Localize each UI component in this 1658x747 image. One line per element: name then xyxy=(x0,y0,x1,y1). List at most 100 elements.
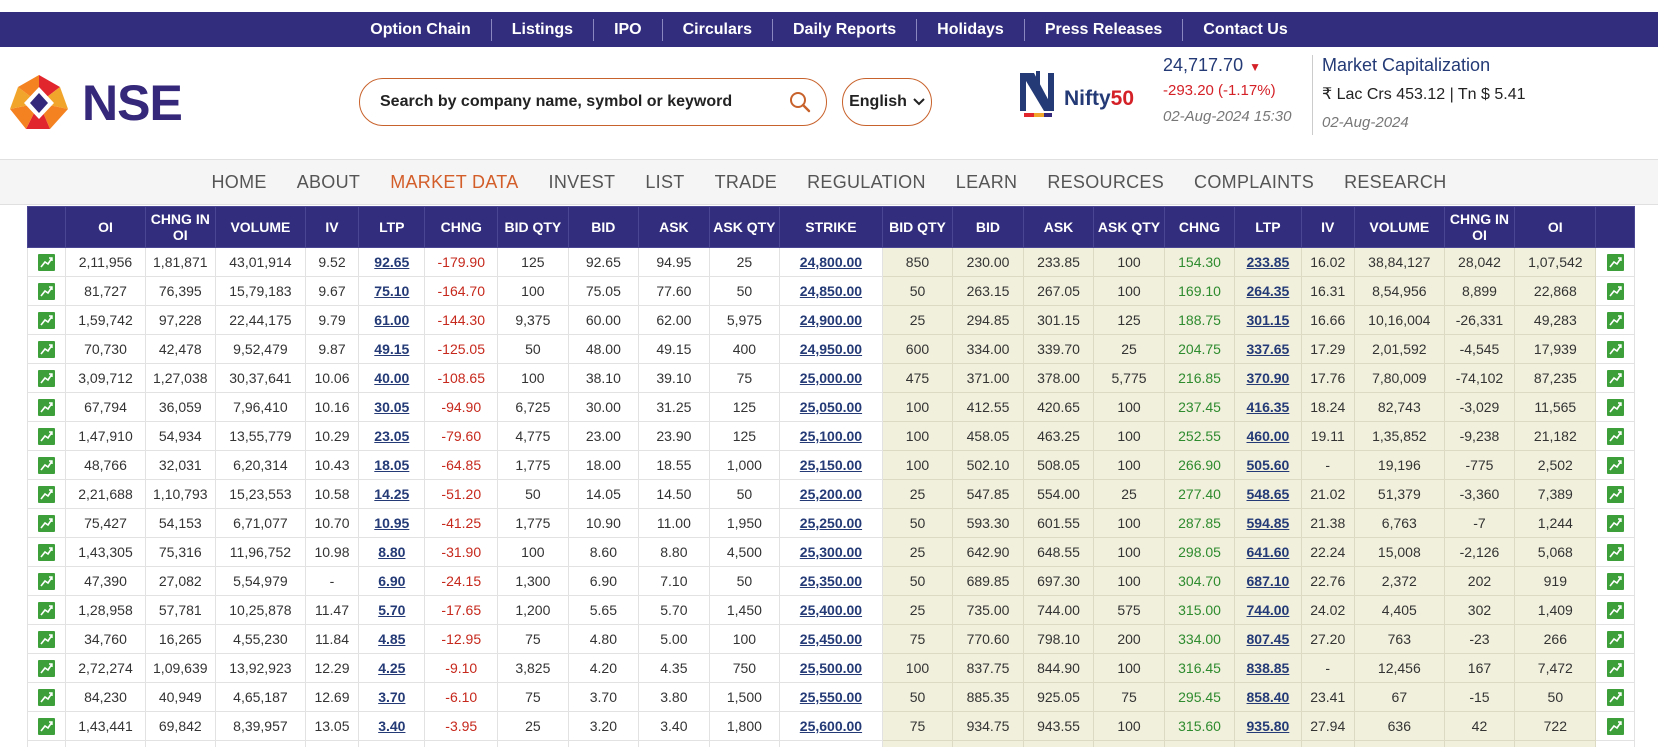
ltp-link[interactable]: 264.35 xyxy=(1247,283,1290,299)
ltp-link[interactable]: 838.85 xyxy=(1247,660,1290,676)
strike-link[interactable]: 25,300.00 xyxy=(800,544,862,560)
ltp-link[interactable]: 8.80 xyxy=(378,544,405,560)
ltp-link[interactable]: 4.85 xyxy=(378,631,405,647)
strike-link[interactable]: 25,400.00 xyxy=(800,602,862,618)
chart-icon[interactable] xyxy=(1606,369,1624,387)
chart-cell[interactable] xyxy=(1595,711,1635,741)
ltp-link[interactable]: 92.65 xyxy=(374,254,409,270)
chart-icon[interactable] xyxy=(1606,717,1624,735)
chart-cell[interactable] xyxy=(1595,537,1635,567)
top-link-daily-reports[interactable]: Daily Reports xyxy=(773,18,918,41)
chart-cell[interactable] xyxy=(27,566,67,596)
strike-link[interactable]: 25,600.00 xyxy=(800,718,862,734)
chart-cell[interactable] xyxy=(27,247,67,277)
ltp-link[interactable]: 61.00 xyxy=(374,312,409,328)
ltp-link[interactable]: 505.60 xyxy=(1247,457,1290,473)
nse-logo[interactable]: NSE xyxy=(6,73,186,133)
chart-cell[interactable] xyxy=(27,363,67,393)
chart-cell[interactable] xyxy=(27,421,67,451)
strike-link[interactable]: 25,500.00 xyxy=(800,660,862,676)
nav-item-list[interactable]: LIST xyxy=(630,172,699,193)
ltp-link[interactable]: 30.05 xyxy=(374,399,409,415)
chart-icon[interactable] xyxy=(38,688,56,706)
ltp-link[interactable]: 687.10 xyxy=(1247,573,1290,589)
strike-link[interactable]: 24,850.00 xyxy=(800,283,862,299)
chart-icon[interactable] xyxy=(38,485,56,503)
chart-cell[interactable] xyxy=(27,392,67,422)
strike-link[interactable]: 24,800.00 xyxy=(800,254,862,270)
chart-icon[interactable] xyxy=(38,543,56,561)
ltp-link[interactable]: 233.85 xyxy=(1247,254,1290,270)
ltp-link[interactable]: 18.05 xyxy=(374,457,409,473)
chart-cell[interactable] xyxy=(1595,305,1635,335)
nav-item-regulation[interactable]: REGULATION xyxy=(792,172,941,193)
chart-cell[interactable] xyxy=(27,508,67,538)
chart-icon[interactable] xyxy=(1606,311,1624,329)
nav-item-learn[interactable]: LEARN xyxy=(941,172,1033,193)
ltp-link[interactable]: 370.90 xyxy=(1247,370,1290,386)
nifty50-logo[interactable]: Nifty50 xyxy=(1018,69,1143,125)
chart-icon[interactable] xyxy=(38,659,56,677)
ltp-link[interactable]: 337.65 xyxy=(1247,341,1290,357)
chart-cell[interactable] xyxy=(27,537,67,567)
search-input[interactable] xyxy=(380,93,780,111)
chart-icon[interactable] xyxy=(38,572,56,590)
top-link-listings[interactable]: Listings xyxy=(492,18,595,41)
chart-cell[interactable] xyxy=(1595,479,1635,509)
ltp-link[interactable]: 807.45 xyxy=(1247,631,1290,647)
top-link-contact-us[interactable]: Contact Us xyxy=(1183,19,1307,41)
strike-link[interactable]: 25,450.00 xyxy=(800,631,862,647)
ltp-link[interactable]: 594.85 xyxy=(1247,515,1290,531)
nav-item-home[interactable]: HOME xyxy=(196,172,281,193)
chart-icon[interactable] xyxy=(1606,688,1624,706)
chart-cell[interactable] xyxy=(1595,508,1635,538)
chart-cell[interactable] xyxy=(1595,363,1635,393)
ltp-link[interactable]: 460.00 xyxy=(1247,428,1290,444)
chart-icon[interactable] xyxy=(38,427,56,445)
ltp-link[interactable]: 641.60 xyxy=(1247,544,1290,560)
chart-icon[interactable] xyxy=(1606,659,1624,677)
chart-icon[interactable] xyxy=(1606,630,1624,648)
ltp-link[interactable]: 548.65 xyxy=(1247,486,1290,502)
chart-cell[interactable] xyxy=(1595,682,1635,712)
nav-item-about[interactable]: ABOUT xyxy=(282,172,376,193)
ltp-link[interactable]: 10.95 xyxy=(374,515,409,531)
top-link-ipo[interactable]: IPO xyxy=(594,18,663,41)
chart-icon[interactable] xyxy=(1606,485,1624,503)
chart-cell[interactable] xyxy=(1595,653,1635,683)
chart-cell[interactable] xyxy=(27,276,67,306)
search-icon[interactable] xyxy=(788,90,812,114)
strike-link[interactable]: 24,900.00 xyxy=(800,312,862,328)
chart-icon[interactable] xyxy=(1606,340,1624,358)
chart-cell[interactable] xyxy=(27,624,67,654)
nav-item-trade[interactable]: TRADE xyxy=(700,172,793,193)
chart-cell[interactable] xyxy=(27,479,67,509)
strike-link[interactable]: 25,050.00 xyxy=(800,399,862,415)
ltp-link[interactable]: 14.25 xyxy=(374,486,409,502)
chart-icon[interactable] xyxy=(1606,427,1624,445)
top-link-option-chain[interactable]: Option Chain xyxy=(350,18,492,41)
strike-link[interactable]: 25,250.00 xyxy=(800,515,862,531)
chart-cell[interactable] xyxy=(1595,624,1635,654)
chart-icon[interactable] xyxy=(1606,253,1624,271)
top-link-press-releases[interactable]: Press Releases xyxy=(1025,18,1184,41)
strike-link[interactable]: 25,150.00 xyxy=(800,457,862,473)
chart-icon[interactable] xyxy=(1606,398,1624,416)
ltp-link[interactable]: 49.15 xyxy=(374,341,409,357)
nav-item-market-data[interactable]: MARKET DATA xyxy=(375,172,533,193)
chart-cell[interactable] xyxy=(1595,276,1635,306)
chart-icon[interactable] xyxy=(38,340,56,358)
ltp-link[interactable]: 4.25 xyxy=(378,660,405,676)
chart-icon[interactable] xyxy=(1606,601,1624,619)
chart-cell[interactable] xyxy=(27,595,67,625)
chart-icon[interactable] xyxy=(38,253,56,271)
strike-link[interactable]: 25,000.00 xyxy=(800,370,862,386)
chart-cell[interactable] xyxy=(1595,740,1635,747)
strike-link[interactable]: 25,100.00 xyxy=(800,428,862,444)
chart-cell[interactable] xyxy=(27,682,67,712)
nav-item-complaints[interactable]: COMPLAINTS xyxy=(1179,172,1329,193)
top-link-circulars[interactable]: Circulars xyxy=(663,18,773,41)
chart-icon[interactable] xyxy=(38,369,56,387)
chart-icon[interactable] xyxy=(38,456,56,474)
strike-link[interactable]: 25,200.00 xyxy=(800,486,862,502)
